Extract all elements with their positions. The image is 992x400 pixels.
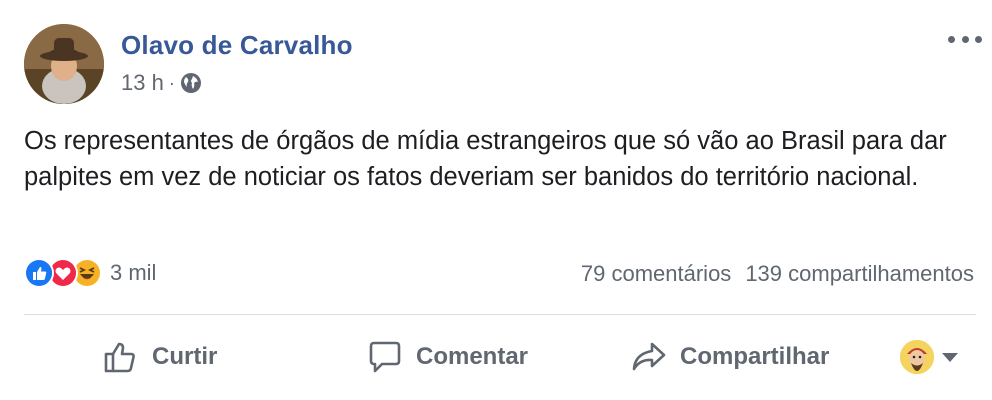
globe-icon[interactable] [180,72,202,94]
identity-selector[interactable] [900,332,958,382]
author-avatar[interactable] [24,24,104,104]
post-timestamp[interactable]: 13 h [121,70,164,96]
page-avatar [900,340,934,374]
share-button[interactable]: Compartilhar [630,332,829,382]
meta-separator: · [168,72,175,93]
more-options-icon[interactable] [948,28,982,50]
post-text: Os representantes de órgãos de mídia est… [24,127,947,191]
comment-bubble-icon [369,341,401,373]
share-arrow-icon [632,342,666,371]
facebook-post: Olavo de Carvalho 13 h · Os representant… [0,0,992,400]
comment-label: Comentar [416,343,529,370]
author-name[interactable]: Olavo de Carvalho [121,30,353,61]
post-meta: 13 h · [121,70,202,96]
chevron-down-icon[interactable] [942,352,958,362]
like-button[interactable]: Curtir [102,332,217,382]
comment-button[interactable]: Comentar [366,332,528,382]
thumbs-up-icon [104,342,135,373]
engagement-stats: 79 comentários 139 compartilhamentos [581,261,974,287]
share-label: Compartilhar [680,343,830,370]
post-actions-bar: Curtir Comentar Compartilhar [24,332,976,382]
comment-count-link[interactable]: 79 comentários [581,261,731,287]
like-label: Curtir [152,343,218,370]
share-count-link[interactable]: 139 compartilhamentos [745,261,974,287]
reactions-summary[interactable]: 3 mil [24,258,156,288]
like-reaction-icon [24,258,54,288]
actions-divider [24,314,976,315]
reaction-count: 3 mil [110,260,157,285]
